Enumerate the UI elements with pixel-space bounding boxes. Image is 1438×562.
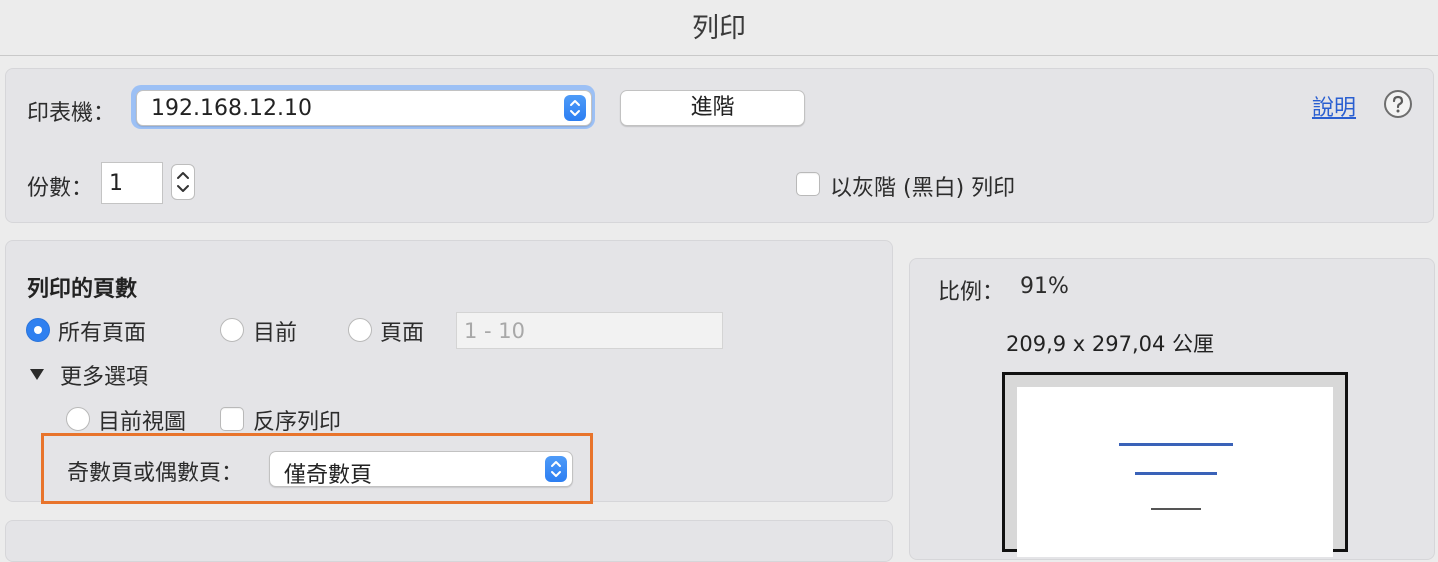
radio-pages[interactable] <box>348 318 372 342</box>
radio-pages-label: 頁面 <box>380 321 425 346</box>
reverse-order-label: 反序列印 <box>253 410 342 435</box>
copies-label: 份數： <box>27 176 94 201</box>
copies-value: 1 <box>109 171 123 196</box>
scale-value: 91% <box>1020 274 1069 299</box>
next-section-panel <box>5 520 893 562</box>
question-circle-icon[interactable] <box>1383 89 1413 119</box>
advanced-button[interactable]: 進階 <box>620 90 805 126</box>
radio-all-pages[interactable] <box>26 318 50 342</box>
select-arrows-icon <box>545 456 567 482</box>
disclosure-triangle-icon[interactable] <box>29 366 45 382</box>
page-preview <box>1002 372 1348 557</box>
odd-even-select[interactable]: 僅奇數頁 <box>269 451 573 488</box>
odd-even-select-value: 僅奇數頁 <box>284 463 373 488</box>
preview-line-1 <box>1119 443 1233 446</box>
pages-heading: 列印的頁數 <box>27 277 138 302</box>
printer-select-value: 192.168.12.10 <box>151 96 312 121</box>
copies-field[interactable]: 1 <box>101 162 163 204</box>
page-range-placeholder: 1 - 10 <box>464 319 526 343</box>
radio-current-view[interactable] <box>66 407 90 431</box>
page-range-field[interactable]: 1 - 10 <box>456 312 723 349</box>
radio-current[interactable] <box>220 318 244 342</box>
preview-page <box>1017 387 1333 557</box>
preview-line-2 <box>1135 472 1217 475</box>
reverse-order-checkbox[interactable] <box>220 407 244 431</box>
scale-label: 比例： <box>938 280 1005 305</box>
grayscale-checkbox[interactable] <box>796 172 820 196</box>
radio-all-pages-label: 所有頁面 <box>58 321 147 346</box>
current-view-label: 目前視圖 <box>98 410 187 435</box>
odd-even-label: 奇數頁或偶數頁： <box>67 461 244 486</box>
paper-size-text: 209,9 x 297,04 公厘 <box>1006 332 1215 356</box>
dialog-title: 列印 <box>692 13 746 44</box>
preview-line-3 <box>1151 508 1201 510</box>
printer-label: 印表機： <box>27 101 116 126</box>
select-arrows-icon <box>564 95 586 121</box>
grayscale-label: 以灰階 (黑白) 列印 <box>830 176 1016 201</box>
help-link[interactable]: 說明 <box>1312 90 1356 122</box>
radio-current-label: 目前 <box>253 321 298 346</box>
printer-select[interactable]: 192.168.12.10 <box>136 90 592 126</box>
more-options-label[interactable]: 更多選項 <box>60 359 148 391</box>
copies-stepper[interactable] <box>171 164 195 200</box>
